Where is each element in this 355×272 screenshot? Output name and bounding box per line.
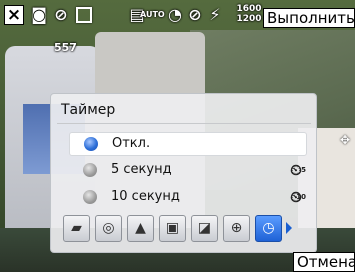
timer-option-label: Откл. xyxy=(112,136,151,151)
close-icon[interactable]: × xyxy=(4,5,24,25)
cancel-button[interactable]: Отмена xyxy=(293,252,355,272)
radio-button-selected[interactable] xyxy=(84,137,98,151)
timer-5-icon: ⏲ 5 xyxy=(290,161,306,179)
camera-status-bar: × ◙ ⊘ ▤ AUTO ◔ ⊘ ⚡ 1600 1200 Выполнить xyxy=(0,0,355,30)
brightness-icon[interactable]: ◪ xyxy=(191,215,218,242)
camera-icon[interactable]: ◙ xyxy=(30,6,48,24)
radio-button[interactable] xyxy=(83,190,97,204)
timer-option-label: 10 секунд xyxy=(111,189,180,204)
panel-title: Таймер xyxy=(61,102,116,118)
timer-option-off[interactable]: Откл. xyxy=(69,132,307,156)
timer-10-icon: ⏲ 10 xyxy=(290,188,306,206)
frame-icon[interactable] xyxy=(76,7,92,23)
zoom-icon[interactable]: ⊕ xyxy=(223,215,250,242)
focus-icon[interactable]: ◎ xyxy=(95,215,122,242)
stabilizer-icon[interactable]: ⚡ xyxy=(206,6,224,24)
settings-toolbar: ▰ ◎ ▲ ▣ ◪ ⊕ ◷ xyxy=(63,214,313,244)
scene-mountain-icon[interactable]: ▲ xyxy=(127,215,154,242)
timer-option-10-seconds[interactable]: 10 секунд ⏲ 10 xyxy=(69,186,307,210)
timer-icon[interactable]: ◷ xyxy=(255,215,282,242)
shots-remaining-counter: 557 xyxy=(54,41,77,54)
timer-settings-panel: Таймер Откл. 5 секунд ⏲ 5 10 секунд ⏲ 10 ▰… xyxy=(50,93,317,253)
more-arrow-icon[interactable] xyxy=(286,222,292,234)
timer-option-label: 5 секунд xyxy=(111,162,172,177)
no-limit-icon[interactable]: ⊘ xyxy=(186,6,204,24)
execute-button[interactable]: Выполнить xyxy=(263,8,355,28)
camera-mode-icon[interactable]: ▰ xyxy=(63,215,90,242)
timer-10-icon-number: 10 xyxy=(296,193,306,201)
resolution-height: 1200 xyxy=(236,14,262,24)
timer-option-5-seconds[interactable]: 5 секунд ⏲ 5 xyxy=(69,159,307,183)
awb-icon: AUTO xyxy=(140,10,165,19)
navigation-arrows-icon[interactable]: ✥ xyxy=(340,133,350,147)
resolution-indicator[interactable]: 1600 1200 xyxy=(236,4,262,24)
timer-5-icon-number: 5 xyxy=(301,166,306,174)
timer-icon[interactable]: ◔ xyxy=(166,6,184,24)
resolution-width: 1600 xyxy=(236,4,262,14)
divider xyxy=(57,123,311,124)
frame-icon[interactable]: ▣ xyxy=(159,215,186,242)
radio-button[interactable] xyxy=(83,163,97,177)
no-flash-icon[interactable]: ⊘ xyxy=(52,6,70,24)
